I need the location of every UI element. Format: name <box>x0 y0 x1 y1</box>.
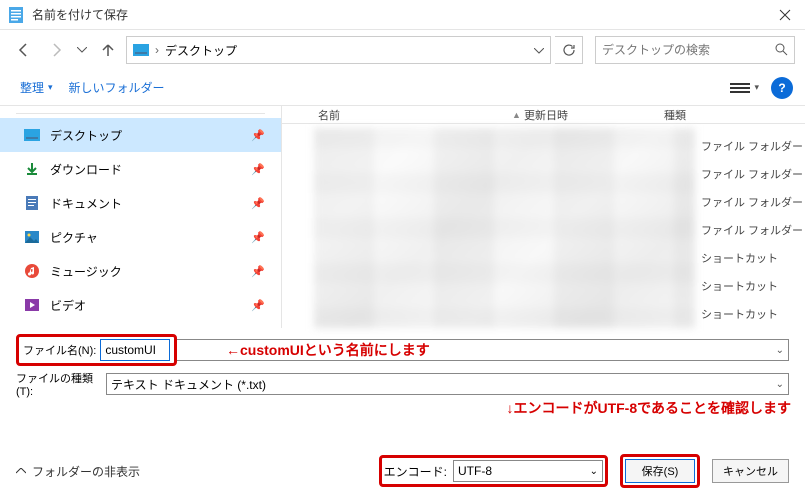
view-menu[interactable] <box>730 78 750 98</box>
type-cell: ファイル フォルダー <box>701 188 805 216</box>
search-box[interactable] <box>595 36 795 64</box>
sidebar-item-documents[interactable]: ドキュメント 📌 <box>0 186 281 220</box>
type-column: ファイル フォルダー ファイル フォルダー ファイル フォルダー ファイル フォ… <box>695 124 805 328</box>
sidebar-item-videos[interactable]: ビデオ 📌 <box>0 288 281 322</box>
video-icon <box>24 297 40 313</box>
filename-dropdown-icon[interactable]: ⌄ <box>776 345 784 356</box>
music-icon <box>24 263 40 279</box>
chevron-right-icon: › <box>155 43 159 57</box>
address-bar[interactable]: › デスクトップ <box>126 36 551 64</box>
encode-highlight: エンコード: UTF-8 ⌄ <box>379 455 608 487</box>
organize-menu[interactable]: 整理▾ <box>12 75 61 100</box>
desktop-icon <box>133 42 149 58</box>
chevron-up-icon <box>16 468 26 474</box>
pin-icon: 📌 <box>251 265 265 278</box>
pin-icon: 📌 <box>251 197 265 210</box>
save-button[interactable]: 保存(S) <box>625 459 695 483</box>
cancel-button[interactable]: キャンセル <box>712 459 789 483</box>
app-icon <box>8 7 24 23</box>
encode-label: エンコード: <box>384 463 447 480</box>
close-button[interactable] <box>765 0 805 30</box>
view-caret-icon[interactable]: ▾ <box>754 82 759 93</box>
filetype-label: ファイルの種類(T): <box>16 370 106 398</box>
file-list-area: 名前 ▲ 更新日時 種類 ファイル フォルダー ファイル フォルダー ファイル … <box>282 106 805 328</box>
chevron-down-icon: ⌄ <box>590 466 598 477</box>
sidebar-item-downloads[interactable]: ダウンロード 📌 <box>0 152 281 186</box>
pin-icon: 📌 <box>251 299 265 312</box>
window-title: 名前を付けて保存 <box>32 6 765 23</box>
sidebar-item-music[interactable]: ミュージック 📌 <box>0 254 281 288</box>
search-icon <box>774 42 788 59</box>
search-input[interactable] <box>602 43 774 57</box>
sidebar-item-pictures[interactable]: ピクチャ 📌 <box>0 220 281 254</box>
annotation-filename: ←customUIという名前にします <box>226 340 430 360</box>
type-cell: ショートカット <box>701 272 805 300</box>
refresh-button[interactable] <box>555 36 583 64</box>
encode-select[interactable]: UTF-8 ⌄ <box>453 460 603 482</box>
pictures-icon <box>24 229 40 245</box>
pin-icon: 📌 <box>251 129 265 142</box>
help-button[interactable]: ? <box>771 77 793 99</box>
header-type[interactable]: 種類 <box>664 107 805 123</box>
filename-highlight: ファイル名(N): <box>16 334 177 366</box>
new-folder-button[interactable]: 新しいフォルダー <box>61 75 173 100</box>
recent-dropdown[interactable] <box>74 36 90 64</box>
breadcrumb[interactable]: デスクトップ <box>165 42 237 59</box>
title-bar: 名前を付けて保存 <box>0 0 805 30</box>
annotation-encode: ↓エンコードがUTF-8であることを確認します <box>506 398 791 418</box>
filetype-select[interactable]: テキスト ドキュメント (*.txt) ⌄ <box>106 373 789 395</box>
save-highlight: 保存(S) <box>620 454 700 488</box>
header-date[interactable]: 更新日時 <box>524 107 664 123</box>
sidebar-item-desktop[interactable]: デスクトップ 📌 <box>0 118 281 152</box>
nav-bar: › デスクトップ <box>0 30 805 70</box>
sidebar: デスクトップ 📌 ダウンロード 📌 ドキュメント 📌 ピクチャ 📌 ミュージック… <box>0 106 282 328</box>
type-cell: ショートカット <box>701 244 805 272</box>
forward-button[interactable] <box>42 36 70 64</box>
file-list-blurred <box>314 128 695 328</box>
pin-icon: 📌 <box>251 163 265 176</box>
type-cell: ファイル フォルダー <box>701 132 805 160</box>
document-icon <box>24 195 40 211</box>
back-button[interactable] <box>10 36 38 64</box>
chevron-down-icon: ⌄ <box>776 379 784 390</box>
toolbar: 整理▾ 新しいフォルダー ▾ ? <box>0 70 805 106</box>
column-headers: 名前 ▲ 更新日時 種類 <box>282 106 805 124</box>
sort-indicator-icon: ▲ <box>512 110 524 120</box>
type-cell: ショートカット <box>701 300 805 328</box>
up-button[interactable] <box>94 36 122 64</box>
hide-folders-toggle[interactable]: フォルダーの非表示 <box>16 463 140 480</box>
type-cell: ファイル フォルダー <box>701 160 805 188</box>
pin-icon: 📌 <box>251 231 265 244</box>
filename-label: ファイル名(N): <box>23 342 100 358</box>
type-cell: ファイル フォルダー <box>701 216 805 244</box>
header-name[interactable]: 名前 <box>282 107 512 123</box>
address-dropdown-icon[interactable] <box>534 43 544 57</box>
desktop-icon <box>24 127 40 143</box>
download-icon <box>24 161 40 177</box>
